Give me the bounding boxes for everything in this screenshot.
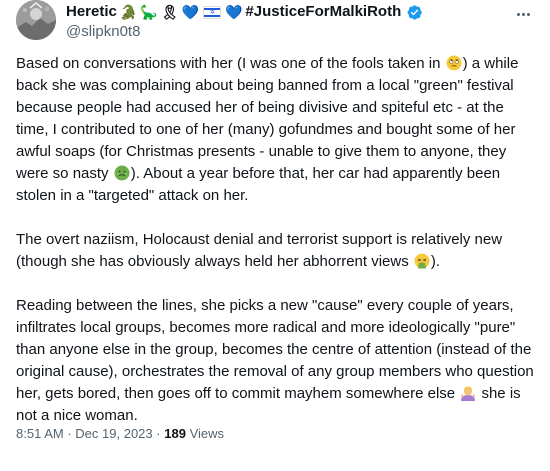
nauseated-face-emoji bbox=[114, 165, 130, 181]
tweet-header: Heretic 🐊 🦕 🎗 💙 ✡ 💙 #JusticeForMalkiRoth… bbox=[16, 0, 534, 48]
blue-heart-emoji: 💙 bbox=[181, 4, 199, 20]
author-name-row[interactable]: Heretic 🐊 🦕 🎗 💙 ✡ 💙 #JusticeForMalkiRoth bbox=[66, 3, 423, 21]
tweet: Heretic 🐊 🦕 🎗 💙 ✡ 💙 #JusticeForMalkiRoth… bbox=[0, 0, 550, 471]
author-hashtag: #JusticeForMalkiRoth bbox=[245, 3, 402, 20]
verified-badge-icon[interactable] bbox=[406, 4, 423, 21]
vomiting-face-emoji bbox=[414, 253, 430, 269]
tweet-paragraph-2: The overt naziism, Holocaust denial and … bbox=[16, 231, 503, 270]
more-options-icon[interactable] bbox=[512, 4, 534, 24]
meta-separator: · bbox=[67, 426, 72, 441]
tweet-paragraph-3: Reading between the lines, she picks a n… bbox=[16, 297, 534, 424]
crocodile-emoji: 🐊 bbox=[119, 4, 138, 20]
meta-separator-2: · bbox=[156, 426, 161, 441]
views-label: Views bbox=[189, 426, 225, 441]
ribbon-emoji: 🎗 bbox=[160, 4, 179, 20]
israel-flag-icon: ✡ bbox=[202, 5, 221, 19]
dinosaur-emoji: 🦕 bbox=[140, 4, 158, 20]
tweet-time[interactable]: 8:51 AM bbox=[16, 426, 64, 441]
woman-shrugging-emoji bbox=[460, 385, 476, 401]
author-handle[interactable]: @slipkn0t8 bbox=[66, 23, 140, 41]
tweet-paragraph-1: Based on conversations with her (I was o… bbox=[16, 55, 519, 204]
author-name[interactable]: Heretic bbox=[66, 3, 117, 21]
blue-heart-emoji-2: 💙 bbox=[224, 4, 243, 20]
eye-roll-emoji bbox=[446, 55, 462, 71]
avatar[interactable] bbox=[16, 0, 56, 40]
tweet-text: Based on conversations with her (I was o… bbox=[16, 53, 536, 427]
views-count: 189 bbox=[164, 426, 186, 441]
tweet-date[interactable]: Dec 19, 2023 bbox=[75, 426, 152, 441]
tweet-meta: 8:51 AM · Dec 19, 2023 · 189 Views bbox=[16, 425, 224, 443]
